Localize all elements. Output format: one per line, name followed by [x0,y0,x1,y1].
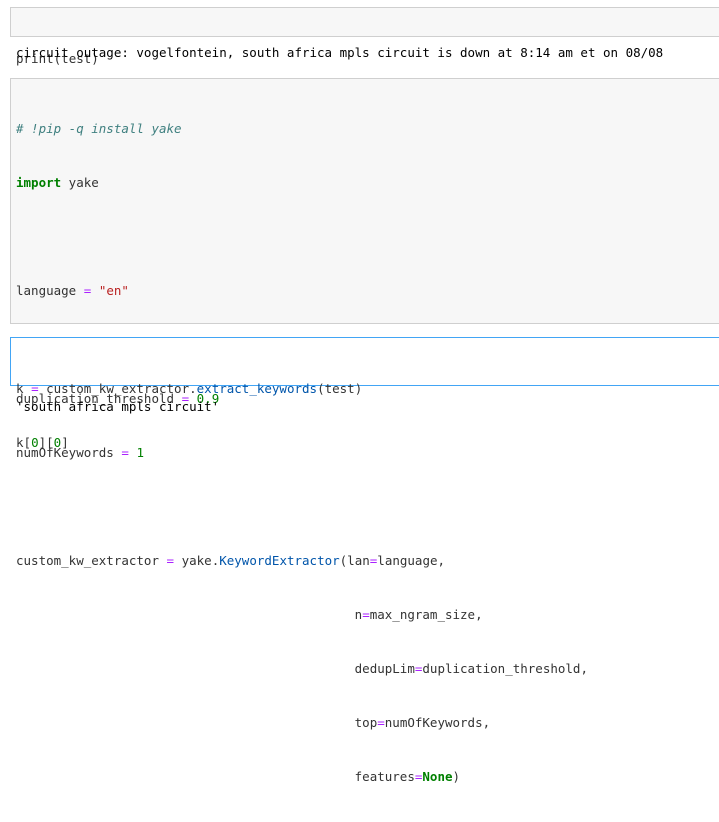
code-token: max_ngram_size, [369,607,483,622]
code-keyword: import [16,175,62,190]
code-function: KeywordExtractor [219,553,340,568]
code-token: (lan [339,553,370,568]
code-cell-yake-setup[interactable]: # !pip -q install yake import yake langu… [10,78,719,784]
code-cell-extract-keywords[interactable]: k = custom_kw_extractor.extract_keywords… [10,337,719,450]
code-token: yake [61,175,99,190]
code-token: dedupLim [354,661,415,676]
code-token: custom_kw_extractor [16,553,159,568]
code-string: "en" [98,283,129,298]
code-token: n [354,607,363,622]
cell-output-text: circuit outage: vogelfontein, south afri… [16,45,664,60]
code-token: language [16,283,77,298]
code-keyword: None [422,769,453,784]
code-operator: = [31,381,39,396]
code-editor[interactable]: k = custom_kw_extractor.extract_keywords… [16,344,719,488]
code-token: (test) [317,381,363,396]
notebook: print(test) circuit outage: vogelfontein… [0,0,719,784]
code-number: 0 [31,435,39,450]
code-operator: = [362,607,370,622]
code-token: k[ [16,435,32,450]
code-token: duplication_threshold, [422,661,588,676]
code-cell-print[interactable]: print(test) [10,7,719,66]
code-token: top [354,715,378,730]
code-function: extract_keywords [196,381,318,396]
code-token: ][ [38,435,54,450]
code-operator: = [377,715,385,730]
code-operator: = [414,661,423,676]
code-token: features [354,769,415,784]
code-token: language, [377,553,446,568]
cell-output-text: 'south africa mpls circuit' [16,399,220,414]
code-operator: = [166,553,175,568]
code-operator: = [83,283,92,298]
code-token: custom_kw_extractor. [38,381,197,396]
code-operator: = [414,769,423,784]
code-operator: = [369,553,378,568]
code-token: ] [61,435,69,450]
code-number: 0 [53,435,62,450]
code-comment: # !pip -q install yake [16,121,182,136]
code-token: k [16,381,24,396]
code-token: yake. [181,553,220,568]
code-token: ) [452,769,461,784]
code-token: numOfKeywords, [384,715,491,730]
